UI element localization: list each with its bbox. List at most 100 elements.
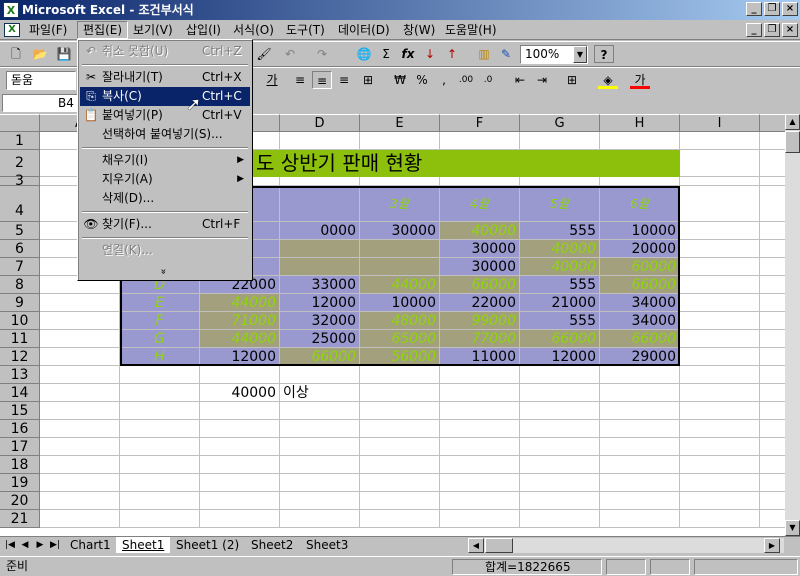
prev-sheet-icon[interactable]: ◀ xyxy=(18,539,32,552)
data-cell[interactable]: 56000 xyxy=(360,348,440,366)
data-cell[interactable]: 71000 xyxy=(200,312,280,330)
data-cell[interactable]: 32000 xyxy=(280,312,360,330)
grid-cell[interactable] xyxy=(280,402,360,420)
undo-menu-item[interactable]: ↶ 취소 못함(U) Ctrl+Z xyxy=(80,42,250,61)
data-cell[interactable]: 12000 xyxy=(200,348,280,366)
increase-decimal-icon[interactable]: .00 xyxy=(456,71,476,89)
next-sheet-icon[interactable]: ▶ xyxy=(33,539,47,552)
merge-center-icon[interactable]: ⊞ xyxy=(358,71,378,89)
menu-data[interactable]: 데이터(D) xyxy=(333,21,395,39)
grid-cell[interactable] xyxy=(280,420,360,438)
data-cell[interactable]: 30000 xyxy=(440,240,520,258)
menu-window[interactable]: 창(W) xyxy=(398,21,440,39)
grid-cell[interactable] xyxy=(520,456,600,474)
data-cell[interactable]: 12000 xyxy=(520,348,600,366)
expand-menu-item[interactable]: » xyxy=(80,262,250,281)
excel-app-icon[interactable]: X xyxy=(3,2,19,18)
grid-cell[interactable] xyxy=(680,150,760,177)
row-header[interactable]: 19 xyxy=(0,474,40,492)
row-header[interactable]: 10 xyxy=(0,312,40,330)
row-header[interactable]: 15 xyxy=(0,402,40,420)
grid-cell[interactable] xyxy=(360,492,440,510)
grid-cell[interactable] xyxy=(760,222,785,240)
data-cell[interactable]: 29000 xyxy=(600,348,680,366)
grid-cell[interactable] xyxy=(440,474,520,492)
column-header[interactable]: J xyxy=(760,114,785,132)
grid-cell[interactable] xyxy=(360,402,440,420)
grid-cell[interactable] xyxy=(520,420,600,438)
links-menu-item[interactable]: 연결(K)... xyxy=(80,241,250,260)
grid-cell[interactable] xyxy=(680,474,760,492)
data-cell[interactable]: 66000 xyxy=(600,276,680,294)
grid-cell[interactable] xyxy=(680,438,760,456)
grid-cell[interactable] xyxy=(760,402,785,420)
grid-cell[interactable] xyxy=(40,438,120,456)
row-header[interactable]: 6 xyxy=(0,240,40,258)
vertical-scrollbar[interactable]: ▲ ▼ xyxy=(785,114,800,536)
grid-cell[interactable] xyxy=(280,492,360,510)
grid-cell[interactable] xyxy=(440,366,520,384)
close-button[interactable]: × xyxy=(782,2,798,16)
data-cell[interactable]: 10000 xyxy=(360,294,440,312)
grid-cell[interactable] xyxy=(520,366,600,384)
redo-icon[interactable]: ↷ xyxy=(312,45,332,63)
borders-icon[interactable]: ⊞ xyxy=(562,71,582,89)
grid-cell[interactable] xyxy=(760,240,785,258)
data-cell[interactable]: 10000 xyxy=(600,222,680,240)
function-icon[interactable]: fx xyxy=(398,45,418,63)
grid-cell[interactable] xyxy=(600,474,680,492)
grid-cell[interactable] xyxy=(760,150,785,177)
row-header[interactable]: 12 xyxy=(0,348,40,366)
sort-ascending-icon[interactable]: ↓ xyxy=(420,45,440,63)
data-cell[interactable]: 34000 xyxy=(600,312,680,330)
data-cell[interactable]: 555 xyxy=(520,222,600,240)
grid-cell[interactable] xyxy=(600,420,680,438)
data-cell[interactable]: 60000 xyxy=(600,258,680,276)
grid-cell[interactable] xyxy=(120,456,200,474)
data-cell[interactable]: 555 xyxy=(520,312,600,330)
data-cell[interactable] xyxy=(280,240,360,258)
data-cell[interactable]: 44000 xyxy=(200,330,280,348)
data-cell[interactable]: 555 xyxy=(520,276,600,294)
data-cell[interactable]: 66000 xyxy=(280,348,360,366)
row-header[interactable]: 11 xyxy=(0,330,40,348)
grid-cell[interactable] xyxy=(200,420,280,438)
grid-cell[interactable] xyxy=(680,402,760,420)
grid-cell[interactable] xyxy=(40,456,120,474)
grid-cell[interactable] xyxy=(360,366,440,384)
row-header[interactable]: 17 xyxy=(0,438,40,456)
grid-cell[interactable] xyxy=(680,330,760,348)
grid-cell[interactable] xyxy=(40,510,120,528)
grid-cell[interactable] xyxy=(680,384,760,402)
currency-icon[interactable]: ₩ xyxy=(390,71,410,89)
data-cell[interactable]: 12000 xyxy=(280,294,360,312)
grid-cell[interactable] xyxy=(760,312,785,330)
percent-icon[interactable]: % xyxy=(412,71,432,89)
grid-cell[interactable] xyxy=(680,258,760,276)
grid-cell[interactable] xyxy=(200,474,280,492)
fill-menu-item[interactable]: 채우기(I) ▶ xyxy=(80,151,250,170)
row-header[interactable]: 7 xyxy=(0,258,40,276)
data-cell[interactable]: 65000 xyxy=(360,330,440,348)
drawing-icon[interactable]: ✎ xyxy=(496,45,516,63)
row-header[interactable]: 3 xyxy=(0,174,40,188)
doc-close-button[interactable]: × xyxy=(782,23,798,37)
decrease-decimal-icon[interactable]: .0 xyxy=(478,71,498,89)
find-menu-item[interactable]: 👁 찾기(F)... Ctrl+F xyxy=(80,215,250,234)
row-header[interactable]: 9 xyxy=(0,294,40,312)
grid-cell[interactable] xyxy=(680,294,760,312)
autosum-icon[interactable]: Σ xyxy=(376,45,396,63)
row-label-cell[interactable]: F xyxy=(120,312,200,330)
grid-cell[interactable] xyxy=(600,492,680,510)
grid-cell[interactable] xyxy=(120,366,200,384)
doc-minimize-button[interactable]: _ xyxy=(746,23,762,37)
menu-tools[interactable]: 도구(T) xyxy=(281,21,330,39)
grid-cell[interactable] xyxy=(760,366,785,384)
grid-cell[interactable] xyxy=(200,510,280,528)
grid-cell[interactable] xyxy=(200,366,280,384)
grid-cell[interactable] xyxy=(40,312,120,330)
data-cell[interactable]: 40000 xyxy=(520,258,600,276)
grid-cell[interactable] xyxy=(120,492,200,510)
menu-format[interactable]: 서식(O) xyxy=(228,21,279,39)
grid-cell[interactable] xyxy=(440,132,520,150)
